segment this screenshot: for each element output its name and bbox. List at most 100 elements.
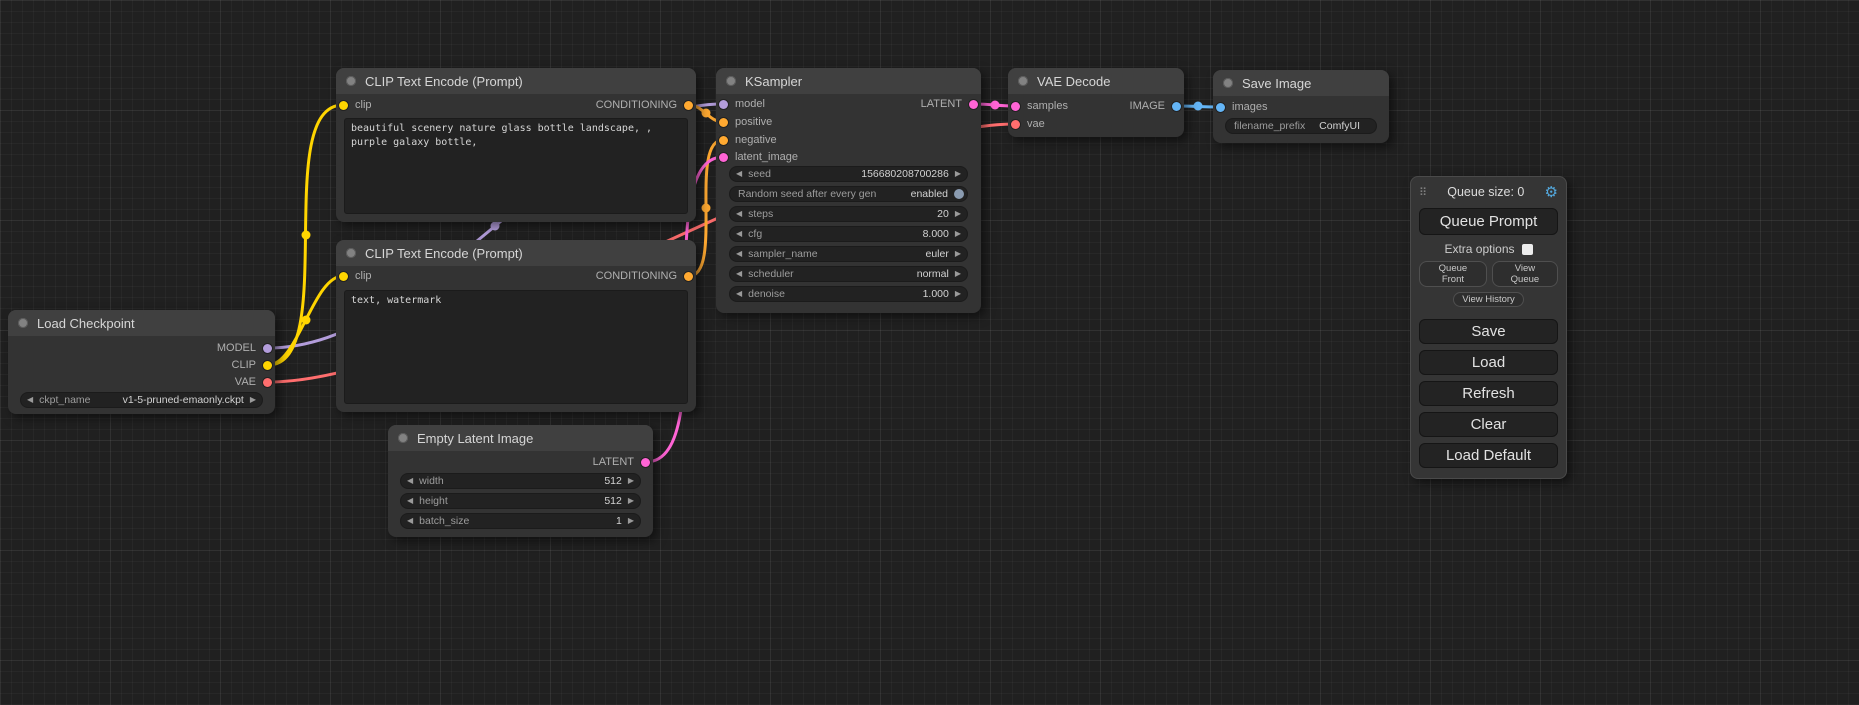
widget-steps[interactable]: ◀ steps 20 ▶ xyxy=(729,206,968,222)
node-title-bar[interactable]: CLIP Text Encode (Prompt) xyxy=(336,240,696,266)
increment-icon[interactable]: ▶ xyxy=(955,290,961,298)
load-default-button[interactable]: Load Default xyxy=(1419,443,1558,468)
view-history-button[interactable]: View History xyxy=(1453,292,1524,307)
input-slot-vae[interactable]: vae xyxy=(1011,117,1045,131)
save-button[interactable]: Save xyxy=(1419,319,1558,344)
link-midpoint-cond-negative[interactable] xyxy=(702,204,711,213)
node-load-checkpoint[interactable]: Load Checkpoint MODEL CLIP VAE ◀ ckpt_na… xyxy=(8,310,275,414)
prompt-textarea[interactable]: beautiful scenery nature glass bottle la… xyxy=(344,118,688,214)
increment-icon[interactable]: ▶ xyxy=(955,270,961,278)
vae-port-icon[interactable] xyxy=(263,378,272,387)
latent-port-icon[interactable] xyxy=(969,100,978,109)
conditioning-port-icon[interactable] xyxy=(719,136,728,145)
decrement-icon[interactable]: ◀ xyxy=(407,477,413,485)
increment-icon[interactable]: ▶ xyxy=(955,170,961,178)
widget-batch-size[interactable]: ◀ batch_size 1 ▶ xyxy=(400,513,641,529)
decrement-icon[interactable]: ◀ xyxy=(27,396,33,404)
conditioning-port-icon[interactable] xyxy=(719,118,728,127)
link-midpoint-clip-negative[interactable] xyxy=(302,316,311,325)
increment-icon[interactable]: ▶ xyxy=(955,230,961,238)
widget-ckpt-name[interactable]: ◀ ckpt_name v1-5-pruned-emaonly.ckpt ▶ xyxy=(20,392,263,408)
decrement-icon[interactable]: ◀ xyxy=(736,170,742,178)
collapse-dot-icon[interactable] xyxy=(726,76,736,86)
view-queue-button[interactable]: View Queue xyxy=(1492,261,1558,287)
model-port-icon[interactable] xyxy=(719,100,728,109)
output-slot-latent[interactable]: LATENT xyxy=(593,455,650,469)
output-slot-clip[interactable]: CLIP xyxy=(232,358,272,372)
input-slot-clip[interactable]: clip xyxy=(339,269,372,283)
output-slot-conditioning[interactable]: CONDITIONING xyxy=(596,98,693,112)
increment-icon[interactable]: ▶ xyxy=(628,497,634,505)
node-empty-latent-image[interactable]: Empty Latent Image LATENT ◀ width 512 ▶ … xyxy=(388,425,653,537)
node-ksampler[interactable]: KSampler model positive negative latent_… xyxy=(716,68,981,313)
link-midpoint-image[interactable] xyxy=(1194,102,1203,111)
image-port-icon[interactable] xyxy=(1216,103,1225,112)
latent-port-icon[interactable] xyxy=(719,153,728,162)
decrement-icon[interactable]: ◀ xyxy=(736,250,742,258)
output-slot-image[interactable]: IMAGE xyxy=(1130,99,1181,113)
input-slot-positive[interactable]: positive xyxy=(719,115,772,129)
increment-icon[interactable]: ▶ xyxy=(250,396,256,404)
link-midpoint-clip-positive[interactable] xyxy=(302,231,311,240)
conditioning-port-icon[interactable] xyxy=(684,101,693,110)
widget-random-seed-toggle[interactable]: Random seed after every gen enabled xyxy=(729,186,968,202)
node-title-bar[interactable]: CLIP Text Encode (Prompt) xyxy=(336,68,696,94)
collapse-dot-icon[interactable] xyxy=(1223,78,1233,88)
clip-port-icon[interactable] xyxy=(339,272,348,281)
output-slot-conditioning[interactable]: CONDITIONING xyxy=(596,269,693,283)
widget-width[interactable]: ◀ width 512 ▶ xyxy=(400,473,641,489)
toggle-dot-icon[interactable] xyxy=(954,189,964,199)
decrement-icon[interactable]: ◀ xyxy=(736,270,742,278)
collapse-dot-icon[interactable] xyxy=(398,433,408,443)
decrement-icon[interactable]: ◀ xyxy=(407,497,413,505)
widget-denoise[interactable]: ◀ denoise 1.000 ▶ xyxy=(729,286,968,302)
increment-icon[interactable]: ▶ xyxy=(628,517,634,525)
input-slot-latent-image[interactable]: latent_image xyxy=(719,150,798,164)
link-midpoint-cond-positive[interactable] xyxy=(702,109,711,118)
load-button[interactable]: Load xyxy=(1419,350,1558,375)
node-save-image[interactable]: Save Image images filename_prefix ComfyU… xyxy=(1213,70,1389,143)
node-title-bar[interactable]: KSampler xyxy=(716,68,981,94)
refresh-button[interactable]: Refresh xyxy=(1419,381,1558,406)
widget-height[interactable]: ◀ height 512 ▶ xyxy=(400,493,641,509)
widget-scheduler[interactable]: ◀ scheduler normal ▶ xyxy=(729,266,968,282)
settings-gear-icon[interactable]: ⚙ xyxy=(1545,185,1558,200)
input-slot-samples[interactable]: samples xyxy=(1011,99,1068,113)
extra-options-checkbox[interactable] xyxy=(1522,244,1533,255)
decrement-icon[interactable]: ◀ xyxy=(407,517,413,525)
widget-cfg[interactable]: ◀ cfg 8.000 ▶ xyxy=(729,226,968,242)
link-midpoint-model[interactable] xyxy=(491,222,500,231)
model-port-icon[interactable] xyxy=(263,344,272,353)
clip-port-icon[interactable] xyxy=(263,361,272,370)
node-title-bar[interactable]: Empty Latent Image xyxy=(388,425,653,451)
input-slot-negative[interactable]: negative xyxy=(719,133,777,147)
node-clip-text-encode-positive[interactable]: CLIP Text Encode (Prompt) clip CONDITION… xyxy=(336,68,696,222)
latent-port-icon[interactable] xyxy=(1011,102,1020,111)
input-slot-images[interactable]: images xyxy=(1216,100,1267,114)
widget-seed[interactable]: ◀ seed 156680208700286 ▶ xyxy=(729,166,968,182)
clear-button[interactable]: Clear xyxy=(1419,412,1558,437)
drag-handle-icon[interactable]: ⠿ xyxy=(1419,186,1427,199)
increment-icon[interactable]: ▶ xyxy=(628,477,634,485)
queue-front-button[interactable]: Queue Front xyxy=(1419,261,1487,287)
decrement-icon[interactable]: ◀ xyxy=(736,210,742,218)
clip-port-icon[interactable] xyxy=(339,101,348,110)
prompt-textarea[interactable]: text, watermark xyxy=(344,290,688,404)
node-vae-decode[interactable]: VAE Decode samples vae IMAGE xyxy=(1008,68,1184,137)
increment-icon[interactable]: ▶ xyxy=(955,250,961,258)
collapse-dot-icon[interactable] xyxy=(346,248,356,258)
vae-port-icon[interactable] xyxy=(1011,120,1020,129)
image-port-icon[interactable] xyxy=(1172,102,1181,111)
node-title-bar[interactable]: Save Image xyxy=(1213,70,1389,96)
node-clip-text-encode-negative[interactable]: CLIP Text Encode (Prompt) clip CONDITION… xyxy=(336,240,696,412)
input-slot-model[interactable]: model xyxy=(719,97,765,111)
conditioning-port-icon[interactable] xyxy=(684,272,693,281)
node-title-bar[interactable]: VAE Decode xyxy=(1008,68,1184,94)
collapse-dot-icon[interactable] xyxy=(346,76,356,86)
queue-menu-panel[interactable]: ⠿ Queue size: 0 ⚙ Queue Prompt Extra opt… xyxy=(1410,176,1567,479)
decrement-icon[interactable]: ◀ xyxy=(736,230,742,238)
output-slot-latent[interactable]: LATENT xyxy=(921,97,978,111)
widget-sampler-name[interactable]: ◀ sampler_name euler ▶ xyxy=(729,246,968,262)
collapse-dot-icon[interactable] xyxy=(1018,76,1028,86)
widget-filename-prefix[interactable]: filename_prefix ComfyUI xyxy=(1225,118,1377,134)
